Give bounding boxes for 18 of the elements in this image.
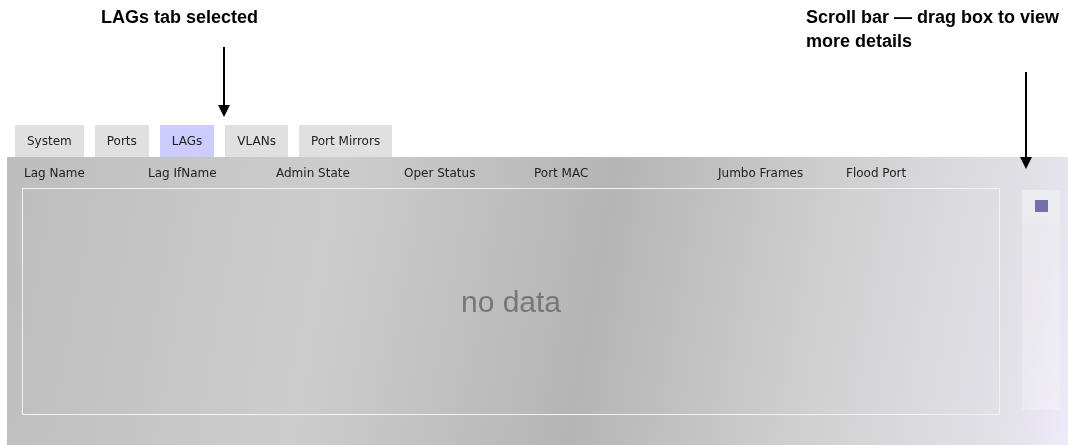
column-header: Admin State: [276, 165, 351, 180]
column-header: Lag IfName: [148, 165, 218, 180]
tab[interactable]: VLANs: [225, 125, 288, 157]
tab[interactable]: Ports: [94, 125, 149, 157]
callout-text: Scroll bar — drag box to view more details: [806, 6, 1061, 53]
column-header: Oper Status: [404, 165, 477, 180]
tab[interactable]: Port Mirrors: [298, 125, 393, 157]
arrow: [218, 47, 230, 117]
column-header: Flood Port: [846, 165, 908, 180]
square-icon: [1034, 200, 1048, 212]
empty-message: no data: [460, 284, 562, 319]
column-header: Port MAC: [534, 165, 590, 180]
column-header: Lag Name: [24, 165, 86, 180]
scroll-thumb[interactable]: [1022, 190, 1060, 222]
column-header: Jumbo Frames: [718, 165, 805, 180]
tab[interactable]: LAGs: [159, 125, 215, 157]
tab[interactable]: System: [15, 125, 84, 157]
callout-text: LAGs tab selected: [101, 6, 259, 29]
